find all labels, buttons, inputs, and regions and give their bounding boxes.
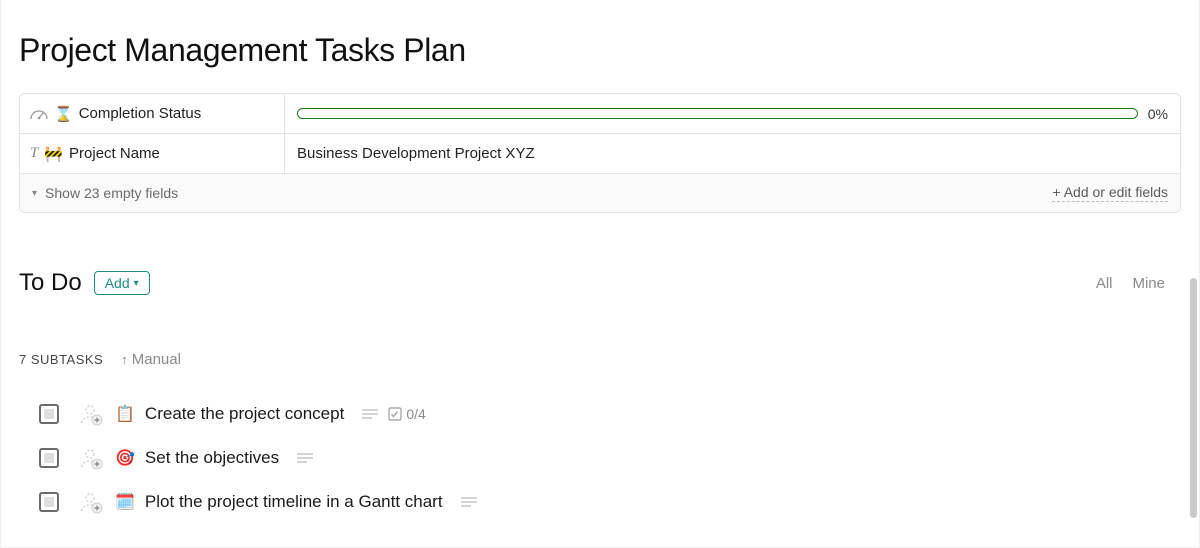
clipboard-icon: 📋 <box>115 404 135 424</box>
subtask-counter: 0/4 <box>388 406 425 422</box>
completion-label: Completion Status <box>79 105 202 122</box>
arrow-up-icon: ↑ <box>121 352 128 367</box>
task-checkbox[interactable] <box>39 448 59 468</box>
description-icon <box>461 496 477 508</box>
description-icon <box>362 408 378 420</box>
add-edit-fields[interactable]: + Add or edit fields <box>1052 184 1168 202</box>
task-row[interactable]: 🗓️ Plot the project timeline in a Gantt … <box>19 480 1181 524</box>
completion-value[interactable]: 0% <box>285 94 1180 133</box>
progress-bar <box>297 108 1138 119</box>
subtasks-count: 7 SUBTASKS <box>19 352 103 367</box>
add-button-label: Add <box>105 275 130 291</box>
gauge-icon <box>30 108 48 120</box>
task-checkbox[interactable] <box>39 492 59 512</box>
page-title: Project Management Tasks Plan <box>3 0 1197 93</box>
todo-heading: To Do <box>19 269 82 297</box>
description-icon <box>297 452 313 464</box>
task-list: 📋 Create the project concept 0/4 🎯 Set t… <box>3 392 1197 524</box>
task-row[interactable]: 🎯 Set the objectives <box>19 436 1181 480</box>
subtask-counter-text: 0/4 <box>406 406 425 422</box>
project-name-value[interactable]: Business Development Project XYZ <box>285 134 1180 173</box>
sort-mode[interactable]: ↑ Manual <box>121 351 181 368</box>
project-name-text: Business Development Project XYZ <box>297 145 535 162</box>
fields-footer: ▾ Show 23 empty fields + Add or edit fie… <box>20 174 1180 212</box>
filter-all[interactable]: All <box>1096 275 1113 292</box>
field-row-project-name[interactable]: T 🚧 Project Name Business Development Pr… <box>20 134 1180 174</box>
field-label-project-name: T 🚧 Project Name <box>20 134 285 173</box>
assignee-add-icon[interactable] <box>79 490 103 514</box>
assignee-add-icon[interactable] <box>79 446 103 470</box>
project-name-label: Project Name <box>69 145 160 162</box>
task-title[interactable]: Create the project concept <box>145 404 344 424</box>
subtasks-bar: 7 SUBTASKS ↑ Manual <box>3 351 1197 368</box>
field-label-completion: ⌛ Completion Status <box>20 94 285 133</box>
sort-label: Manual <box>132 351 181 368</box>
construction-icon: 🚧 <box>44 145 63 163</box>
chevron-down-icon: ▾ <box>134 278 139 289</box>
show-empty-fields[interactable]: ▾ Show 23 empty fields <box>32 185 178 201</box>
fields-table: ⌛ Completion Status 0% T 🚧 Project Name … <box>19 93 1181 213</box>
scrollbar[interactable] <box>1190 278 1197 518</box>
calendar-icon: 🗓️ <box>115 492 135 512</box>
assignee-add-icon[interactable] <box>79 402 103 426</box>
field-row-completion[interactable]: ⌛ Completion Status 0% <box>20 94 1180 134</box>
filter-mine[interactable]: Mine <box>1132 275 1165 292</box>
todo-filters: All Mine <box>1096 275 1165 292</box>
add-button[interactable]: Add ▾ <box>94 271 150 295</box>
task-title[interactable]: Set the objectives <box>145 448 279 468</box>
task-row[interactable]: 📋 Create the project concept 0/4 <box>19 392 1181 436</box>
chevron-down-icon: ▾ <box>32 188 37 199</box>
progress-percent: 0% <box>1148 106 1168 122</box>
hourglass-icon: ⌛ <box>54 105 73 123</box>
task-title[interactable]: Plot the project timeline in a Gantt cha… <box>145 492 443 512</box>
target-icon: 🎯 <box>115 448 135 468</box>
task-checkbox[interactable] <box>39 404 59 424</box>
show-empty-label: Show 23 empty fields <box>45 185 178 201</box>
text-type-icon: T <box>30 145 38 162</box>
todo-header: To Do Add ▾ All Mine <box>3 269 1197 297</box>
checkbox-icon <box>388 407 402 421</box>
